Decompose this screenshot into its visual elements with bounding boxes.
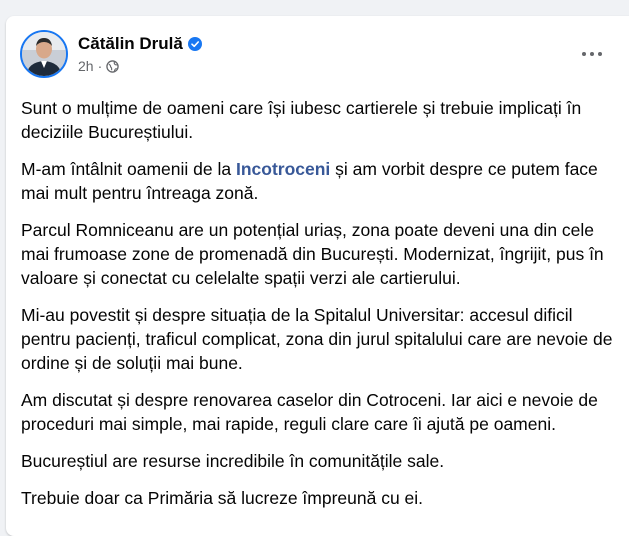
verified-badge-icon [187,37,202,51]
post-paragraph-1: Sunt o mulțime de oameni care își iubesc… [21,98,582,142]
post-time-row: 2h · [78,58,202,74]
post-card: Cătălin Drulă 2h · Sunt o mulțime de oam… [6,16,629,536]
avatar-photo [22,32,66,76]
post-timestamp[interactable]: 2h [78,58,94,74]
author-avatar[interactable] [20,30,68,78]
incotroceni-link[interactable]: Incotroceni [236,159,330,179]
author-row: Cătălin Drulă [78,34,202,54]
paragraph-2-text-before: M-am întâlnit oamenii de la [21,159,236,179]
globe-icon[interactable] [106,59,119,73]
post-paragraph-4: Mi-au povestit și despre situația de la … [21,305,613,373]
post-paragraph-7: Trebuie doar ca Primăria să lucreze împr… [21,488,424,508]
post-paragraph-2: M-am întâlnit oamenii de la Incotroceni … [21,157,621,205]
post-meta: Cătălin Drulă 2h · [78,34,202,74]
post-header: Cătălin Drulă 2h · [20,30,202,78]
meta-separator: · [97,58,103,74]
post-paragraph-5: Am discutat și despre renovarea caselor … [21,390,598,434]
post-paragraph-3: Parcul Romniceanu are un potențial uriaș… [21,220,604,288]
post-body: Sunt o mulțime de oameni care își iubesc… [21,96,621,523]
more-options-icon[interactable] [574,44,610,64]
post-paragraph-6: Bucureștiul are resurse incredibile în c… [21,451,445,471]
author-name[interactable]: Cătălin Drulă [78,34,183,54]
